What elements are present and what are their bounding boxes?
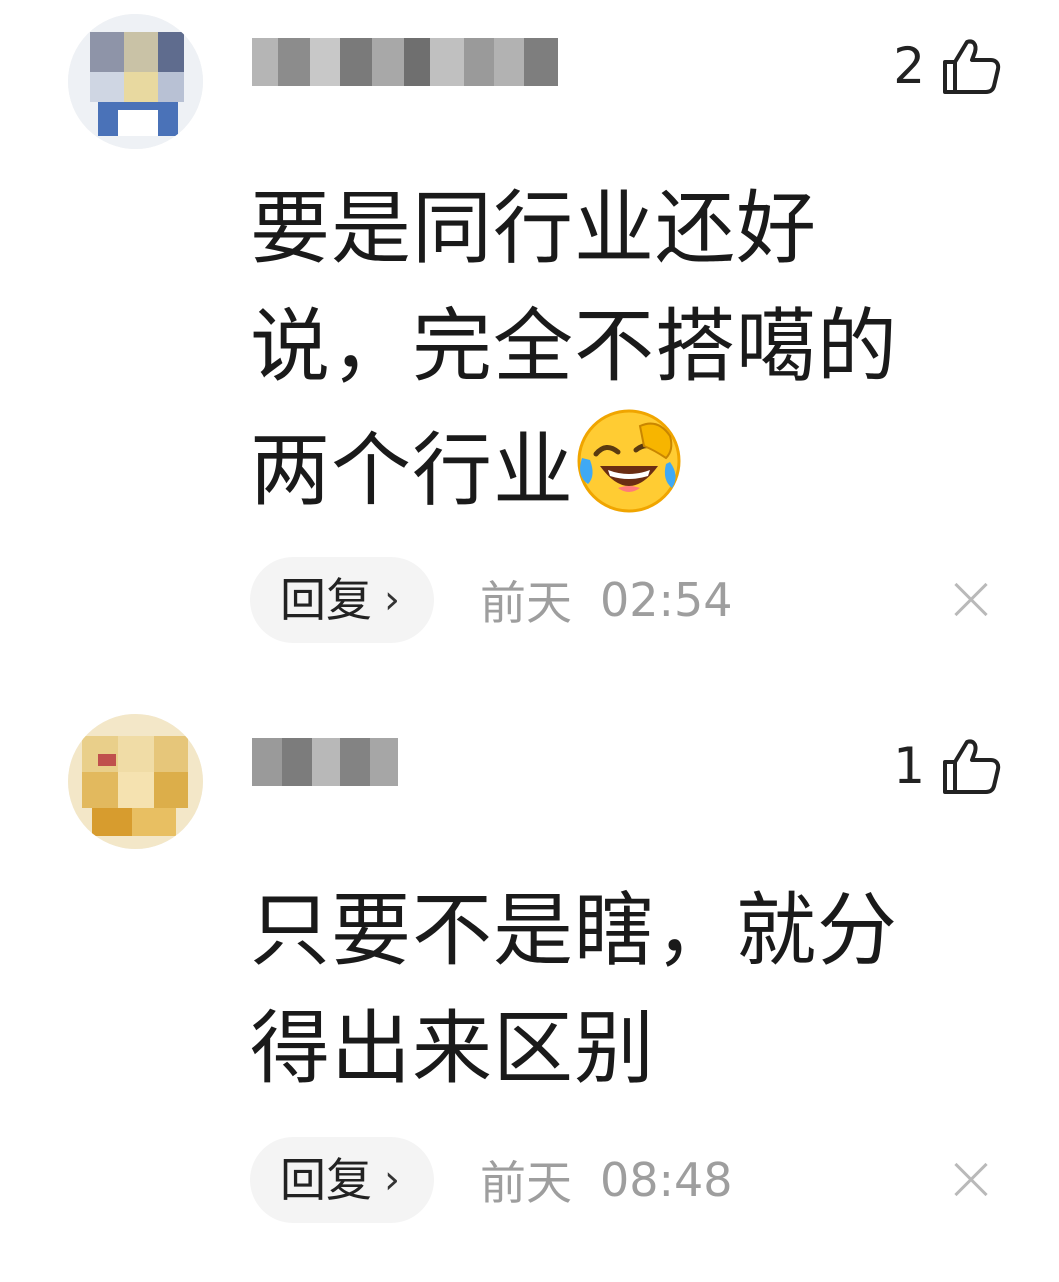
comment-meta-row: 回复 › 前天 08:48 bbox=[250, 1136, 1019, 1224]
comment-text: 要是同行业还好 说，完全不搭噶的 两个行业 bbox=[250, 170, 970, 530]
avatar-pixelated[interactable] bbox=[68, 714, 203, 849]
comment-day: 前天 bbox=[480, 1156, 572, 1210]
comment-text: 只要不是瞎，就分 得出来区别 bbox=[250, 872, 970, 1108]
username-pixelated[interactable] bbox=[252, 30, 558, 92]
comment-text-line: 说，完全不搭噶的 bbox=[250, 300, 898, 393]
comment-text-line: 两个行业 bbox=[250, 424, 574, 517]
like-button[interactable]: 1 bbox=[893, 734, 1003, 798]
comment-text-line: 得出来区别 bbox=[250, 1002, 655, 1095]
comment-item: 1 只要不是瞎，就分 得出来区别 回复 › 前天 08:48 bbox=[0, 700, 1059, 1282]
close-x-icon[interactable] bbox=[941, 1150, 1001, 1210]
comment-item: 2 要是同行业还好 说，完全不搭噶的 两个行业 回复 › 前天 02:54 bbox=[0, 0, 1059, 680]
like-count: 1 bbox=[893, 737, 925, 795]
reply-button[interactable]: 回复 › bbox=[250, 1137, 434, 1223]
thumbs-up-outline-icon bbox=[943, 39, 1001, 94]
comment-list: 2 要是同行业还好 说，完全不搭噶的 两个行业 回复 › 前天 02:54 1 … bbox=[0, 0, 1059, 1282]
close-x-icon[interactable] bbox=[941, 570, 1001, 630]
avatar-pixelated[interactable] bbox=[68, 14, 203, 149]
reply-button[interactable]: 回复 › bbox=[250, 557, 434, 643]
reply-label: 回复 bbox=[280, 573, 372, 627]
comment-text-line: 只要不是瞎，就分 bbox=[250, 884, 898, 977]
chevron-right-icon: › bbox=[384, 577, 400, 623]
comment-day: 前天 bbox=[480, 576, 572, 630]
chevron-right-icon: › bbox=[384, 1157, 400, 1203]
face-with-tears-of-joy-icon bbox=[577, 409, 681, 513]
like-button[interactable]: 2 bbox=[893, 34, 1003, 98]
comment-time: 08:48 bbox=[600, 1153, 733, 1207]
reply-label: 回复 bbox=[280, 1153, 372, 1207]
comment-time: 02:54 bbox=[600, 573, 733, 627]
like-count: 2 bbox=[893, 37, 925, 95]
username-pixelated[interactable] bbox=[252, 730, 398, 792]
thumbs-up-outline-icon bbox=[943, 739, 1001, 794]
comment-meta-row: 回复 › 前天 02:54 bbox=[250, 556, 1019, 644]
comment-text-line: 要是同行业还好 bbox=[250, 182, 817, 275]
